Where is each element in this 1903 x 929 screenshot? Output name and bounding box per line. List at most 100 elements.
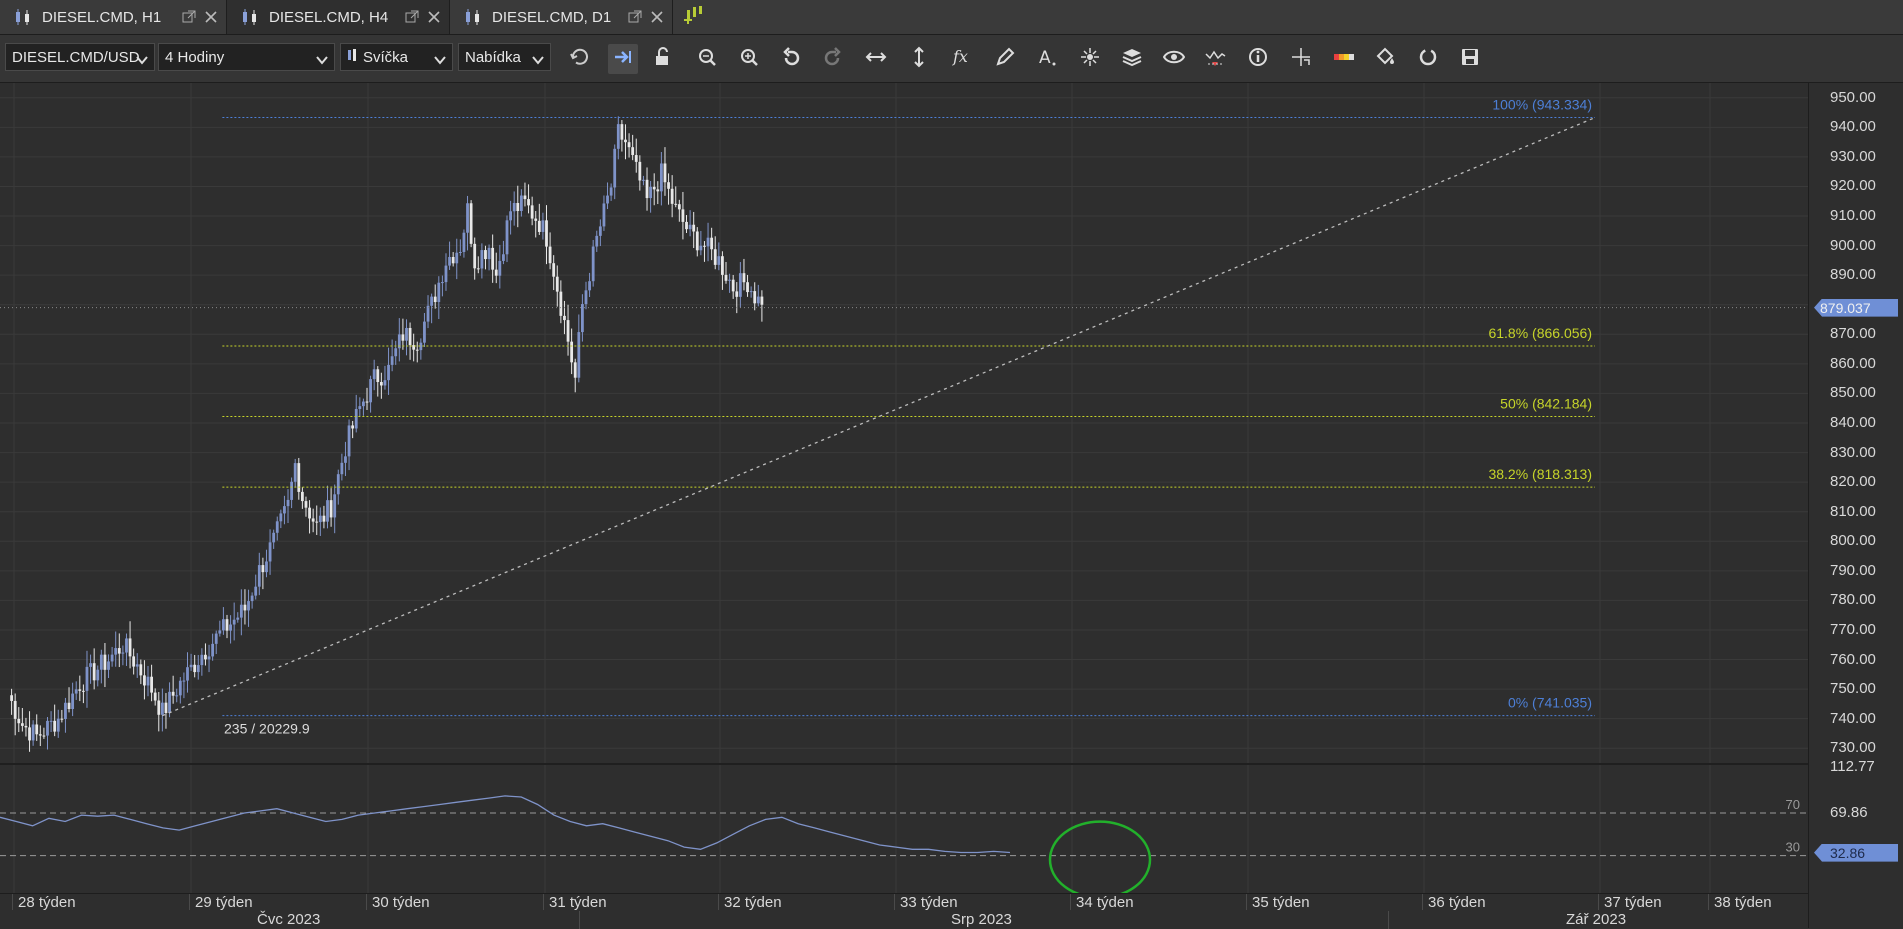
candle xyxy=(139,659,143,685)
timeframe-select[interactable]: 4 Hodiny xyxy=(158,43,335,71)
sync-button[interactable] xyxy=(1413,44,1443,74)
price-chart[interactable]: 100% (943.334) 61.8% (866.056) 50% (842.18… xyxy=(0,83,1808,763)
color-bar-button[interactable] xyxy=(1329,44,1359,74)
price-tick-label: 900.00 xyxy=(1830,236,1876,254)
candle xyxy=(383,365,387,390)
candle-body xyxy=(749,291,753,293)
paint-bucket-button[interactable] xyxy=(1370,44,1400,74)
price-tick-label: 770.00 xyxy=(1830,620,1876,638)
candle-body xyxy=(440,282,444,284)
symbol-select[interactable]: DIESEL.CMD/USD xyxy=(5,43,155,71)
candle xyxy=(476,256,480,274)
popout-icon[interactable] xyxy=(182,10,196,24)
candle-body xyxy=(591,246,595,282)
candle xyxy=(512,191,516,226)
refresh-button[interactable] xyxy=(565,44,595,74)
candle xyxy=(685,215,688,234)
candle-body xyxy=(178,680,182,696)
time-axis[interactable]: 28 týden 29 týden 30 týden 31 týden 32 týden… xyxy=(0,893,1808,929)
indicator-axis[interactable]: 112.77 69.86 32.86 xyxy=(1808,758,1903,893)
eye-button[interactable] xyxy=(1159,44,1189,74)
crosshair-button[interactable] xyxy=(1286,44,1316,74)
candle-body xyxy=(333,494,337,518)
candle-body xyxy=(577,332,581,378)
refresh-icon xyxy=(569,46,591,73)
pencil-button[interactable] xyxy=(990,44,1020,74)
info-button[interactable] xyxy=(1243,44,1273,74)
candle-body xyxy=(426,305,430,322)
candle xyxy=(117,633,121,668)
candle-body xyxy=(430,296,434,306)
add-chart-button[interactable] xyxy=(673,0,713,34)
tab-diesel-h1[interactable]: DIESEL.CMD, H1 xyxy=(0,0,227,34)
candle xyxy=(67,687,71,713)
week-tick xyxy=(189,894,190,910)
zoom-out-button[interactable] xyxy=(734,44,764,74)
candle xyxy=(570,328,574,375)
price-side-select[interactable]: Nabídka xyxy=(458,43,551,71)
tab-diesel-h4[interactable]: DIESEL.CMD, H4 xyxy=(227,0,450,34)
function-button[interactable]: fx xyxy=(947,44,977,74)
candle xyxy=(430,293,434,324)
candle xyxy=(354,394,358,433)
chart-type-select[interactable]: Svíčka xyxy=(340,43,453,71)
popout-icon[interactable] xyxy=(628,10,642,24)
indicator-pane[interactable]: 70 30 xyxy=(0,765,1808,893)
close-icon[interactable] xyxy=(204,10,218,24)
candle xyxy=(10,688,13,715)
candle xyxy=(753,282,757,311)
tab-diesel-d1[interactable]: DIESEL.CMD, D1 xyxy=(450,0,673,34)
candle xyxy=(498,244,502,289)
signal-button[interactable] xyxy=(1200,44,1230,74)
candle-body xyxy=(89,663,92,667)
fibonacci-retracement: 100% (943.334) 61.8% (866.056) 50% (842.18… xyxy=(222,96,1595,717)
fib-level-label: 61.8% (866.056) xyxy=(1488,325,1592,341)
candle-body xyxy=(383,380,387,386)
close-icon[interactable] xyxy=(427,10,441,24)
candle-body xyxy=(433,296,437,303)
horizontal-scale-button[interactable] xyxy=(861,44,891,74)
redo-button[interactable] xyxy=(818,44,848,74)
objects-button[interactable] xyxy=(1075,44,1105,74)
candle-body xyxy=(96,669,100,681)
candle xyxy=(261,557,265,590)
candle-body xyxy=(107,661,110,670)
candle xyxy=(469,200,473,248)
layers-button[interactable] xyxy=(1117,44,1147,74)
undo-button[interactable] xyxy=(776,44,806,74)
candle-body xyxy=(645,179,649,199)
vertical-scale-button[interactable] xyxy=(904,44,934,74)
candle xyxy=(437,276,441,320)
popout-icon[interactable] xyxy=(405,10,419,24)
candle xyxy=(107,654,110,679)
candle xyxy=(225,614,229,639)
candle-body xyxy=(663,163,667,183)
close-icon[interactable] xyxy=(650,10,664,24)
candle xyxy=(150,664,153,702)
candle xyxy=(207,644,211,673)
candle xyxy=(182,672,186,699)
candle xyxy=(196,654,200,680)
candle-body xyxy=(67,702,71,710)
candle-body xyxy=(462,232,466,252)
week-tick xyxy=(1598,894,1599,910)
candle-body xyxy=(38,734,42,736)
zoom-in-button[interactable] xyxy=(692,44,722,74)
paint-bucket-icon xyxy=(1374,46,1396,73)
candle xyxy=(254,574,258,600)
candle-body xyxy=(300,491,304,502)
autoscroll-button[interactable] xyxy=(608,44,638,74)
candle-body xyxy=(275,521,279,533)
fib-level-label: 100% (943.334) xyxy=(1492,96,1592,112)
unlock-button[interactable] xyxy=(648,44,678,74)
text-button[interactable]: A xyxy=(1032,44,1062,74)
candle xyxy=(31,720,35,746)
save-button[interactable] xyxy=(1455,44,1485,74)
candle-body xyxy=(139,664,143,676)
candle-body xyxy=(713,249,717,265)
candle xyxy=(462,229,466,258)
price-axis[interactable]: 950.00 940.00 930.00 920.00 910.00 900.00 890.… xyxy=(1808,83,1903,763)
candle xyxy=(135,653,139,678)
candle xyxy=(369,375,372,413)
candle xyxy=(663,147,667,196)
